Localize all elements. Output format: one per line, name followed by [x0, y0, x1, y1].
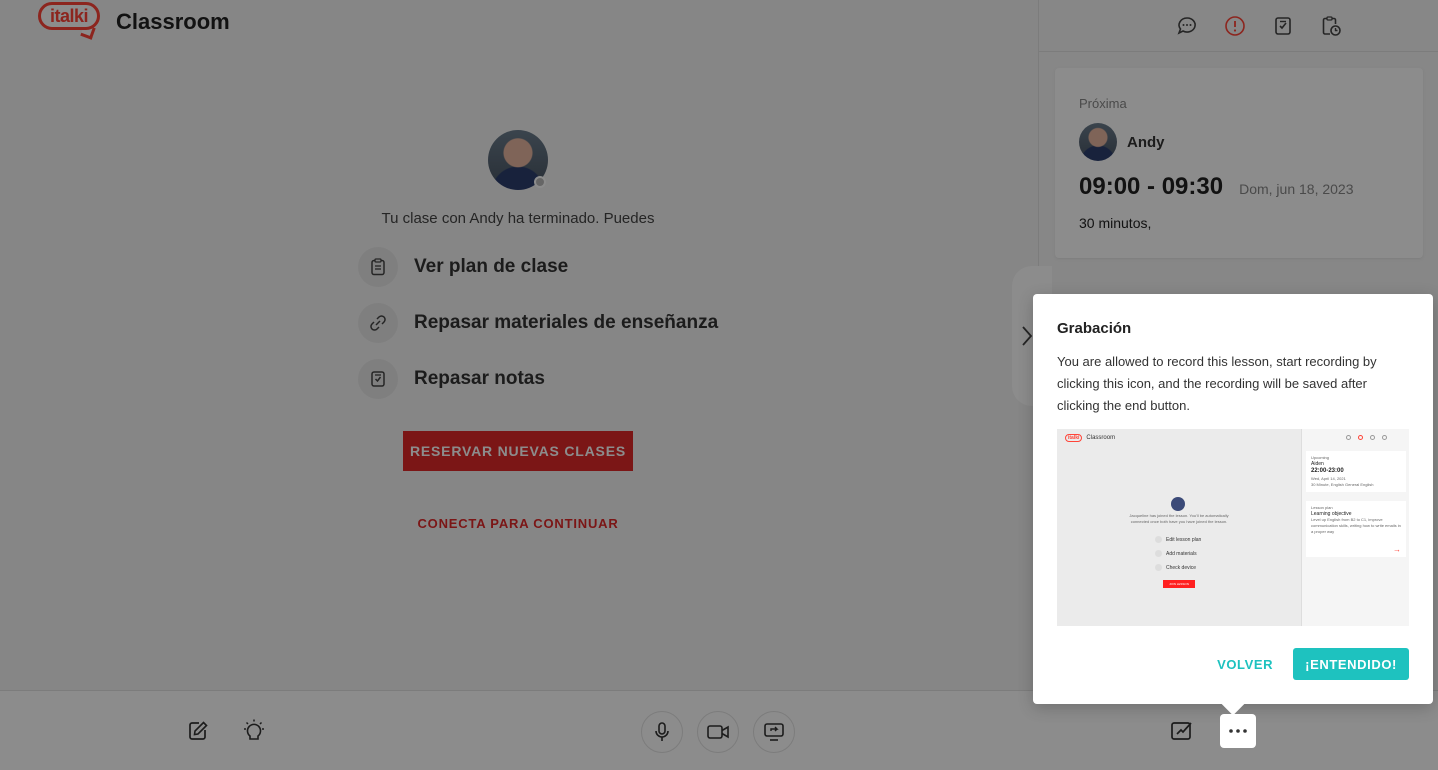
preview-join-button: JOIN LESSON: [1163, 580, 1195, 588]
preview-main: italki Classroom Jacqueline has joined th…: [1057, 429, 1301, 626]
preview-row-label: Edit lesson plan: [1166, 536, 1202, 543]
preview-row: Add materials: [1155, 550, 1197, 557]
preview-message: Jacqueline has joined the lesson. You'll…: [1129, 513, 1229, 524]
preview-row-label: Check device: [1166, 564, 1197, 571]
back-button[interactable]: VOLVER: [1217, 657, 1273, 672]
recording-tooltip: Grabación You are allowed to record this…: [1033, 294, 1433, 704]
preview-row: Edit lesson plan: [1155, 536, 1201, 543]
tooltip-title: Grabación: [1057, 320, 1132, 337]
preview-lesson-plan-card: Lesson plan Learning objective Level up …: [1306, 501, 1406, 557]
preview-avatar: [1171, 497, 1185, 511]
preview-toolbar: [1346, 435, 1387, 440]
got-it-button[interactable]: ¡ENTENDIDO!: [1293, 648, 1409, 680]
preview-logo-badge: italki: [1065, 434, 1083, 442]
more-dots-icon: [1228, 728, 1248, 734]
preview-card2-text: Level up English from B2 to C1, improve …: [1311, 517, 1401, 534]
preview-row-label: Add materials: [1166, 550, 1197, 557]
preview-card-detail: 30 Minute, English General English: [1311, 482, 1374, 487]
preview-card-time: 22:00-23:00: [1311, 468, 1344, 474]
preview-arrow-icon: →: [1393, 545, 1401, 554]
preview-side-panel: Upcoming Aiden 22:00-23:00 Wed, April 14…: [1301, 429, 1409, 626]
preview-row: Check device: [1155, 564, 1196, 571]
preview-logo: italki Classroom: [1065, 434, 1115, 442]
preview-upcoming-card: Upcoming Aiden 22:00-23:00 Wed, April 14…: [1306, 451, 1406, 492]
tooltip-body: You are allowed to record this lesson, s…: [1057, 354, 1377, 413]
tooltip-actions: VOLVER ¡ENTENDIDO!: [1217, 648, 1409, 680]
more-options-button[interactable]: [1220, 714, 1256, 748]
recording-preview-image: italki Classroom Jacqueline has joined th…: [1057, 429, 1409, 626]
preview-title: Classroom: [1086, 435, 1116, 441]
